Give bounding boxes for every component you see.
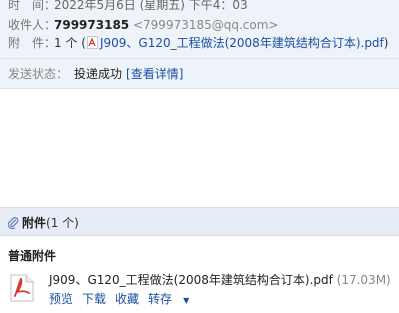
attachments-title: 附件 bbox=[22, 216, 47, 230]
send-status-bar: 发送状态： 投递成功 [查看详情] bbox=[0, 59, 399, 89]
attachment-close: ) bbox=[383, 36, 389, 50]
favorite-button[interactable]: 收藏 bbox=[115, 292, 139, 306]
status-label: 发送状态： bbox=[8, 67, 69, 81]
view-detail-link[interactable]: [查看详情] bbox=[126, 67, 183, 81]
file-actions: 预览 下载 收藏 转存 ▼ bbox=[49, 290, 198, 307]
recipient-row: 收件人：799973185 <799973185@qq.com> bbox=[8, 16, 278, 34]
file-size: (17.03M) bbox=[336, 273, 391, 287]
attachment-row: 附 件：1 个 ( J909、G120_工程做法(2008年建筑结构合订本).p… bbox=[8, 34, 388, 52]
download-button[interactable]: 下载 bbox=[82, 292, 106, 306]
attachment-count: 1 个 ( bbox=[54, 36, 86, 50]
pdf-icon bbox=[86, 36, 98, 49]
forward-label: 转存 bbox=[148, 292, 173, 306]
time-value: 2022年5月6日 (星期五) 下午4：03 bbox=[54, 0, 248, 12]
time-label: 时 间： bbox=[8, 0, 57, 12]
attachment-label: 附 件： bbox=[8, 36, 57, 50]
time-row: 时 间：2022年5月6日 (星期五) 下午4：03 bbox=[8, 0, 248, 14]
mail-header: 时 间：2022年5月6日 (星期五) 下午4：03 收件人：799973185… bbox=[0, 0, 399, 59]
preview-button[interactable]: 预览 bbox=[49, 292, 73, 306]
file-name-text: J909、G120_工程做法(2008年建筑结构合订本).pdf bbox=[49, 273, 333, 287]
attachments-bar: 附件(1 个) bbox=[0, 207, 399, 236]
attachments-count: (1 个) bbox=[46, 216, 79, 230]
forward-dropdown[interactable]: 转存 ▼ bbox=[148, 292, 189, 306]
pdf-file-icon[interactable] bbox=[10, 274, 34, 302]
recipient-email: <799973185@qq.com> bbox=[132, 18, 279, 32]
paperclip-icon bbox=[7, 217, 19, 230]
recipient-name[interactable]: 799973185 bbox=[54, 18, 129, 32]
status-value: 投递成功 bbox=[74, 67, 123, 81]
recipient-label: 收件人： bbox=[8, 18, 57, 32]
chevron-down-icon: ▼ bbox=[183, 296, 190, 305]
normal-attachments-title: 普通附件 bbox=[8, 249, 57, 263]
attachment-file-link[interactable]: J909、G120_工程做法(2008年建筑结构合订本).pdf bbox=[100, 36, 384, 50]
attachment-file-name[interactable]: J909、G120_工程做法(2008年建筑结构合订本).pdf (17.03M… bbox=[49, 271, 391, 288]
